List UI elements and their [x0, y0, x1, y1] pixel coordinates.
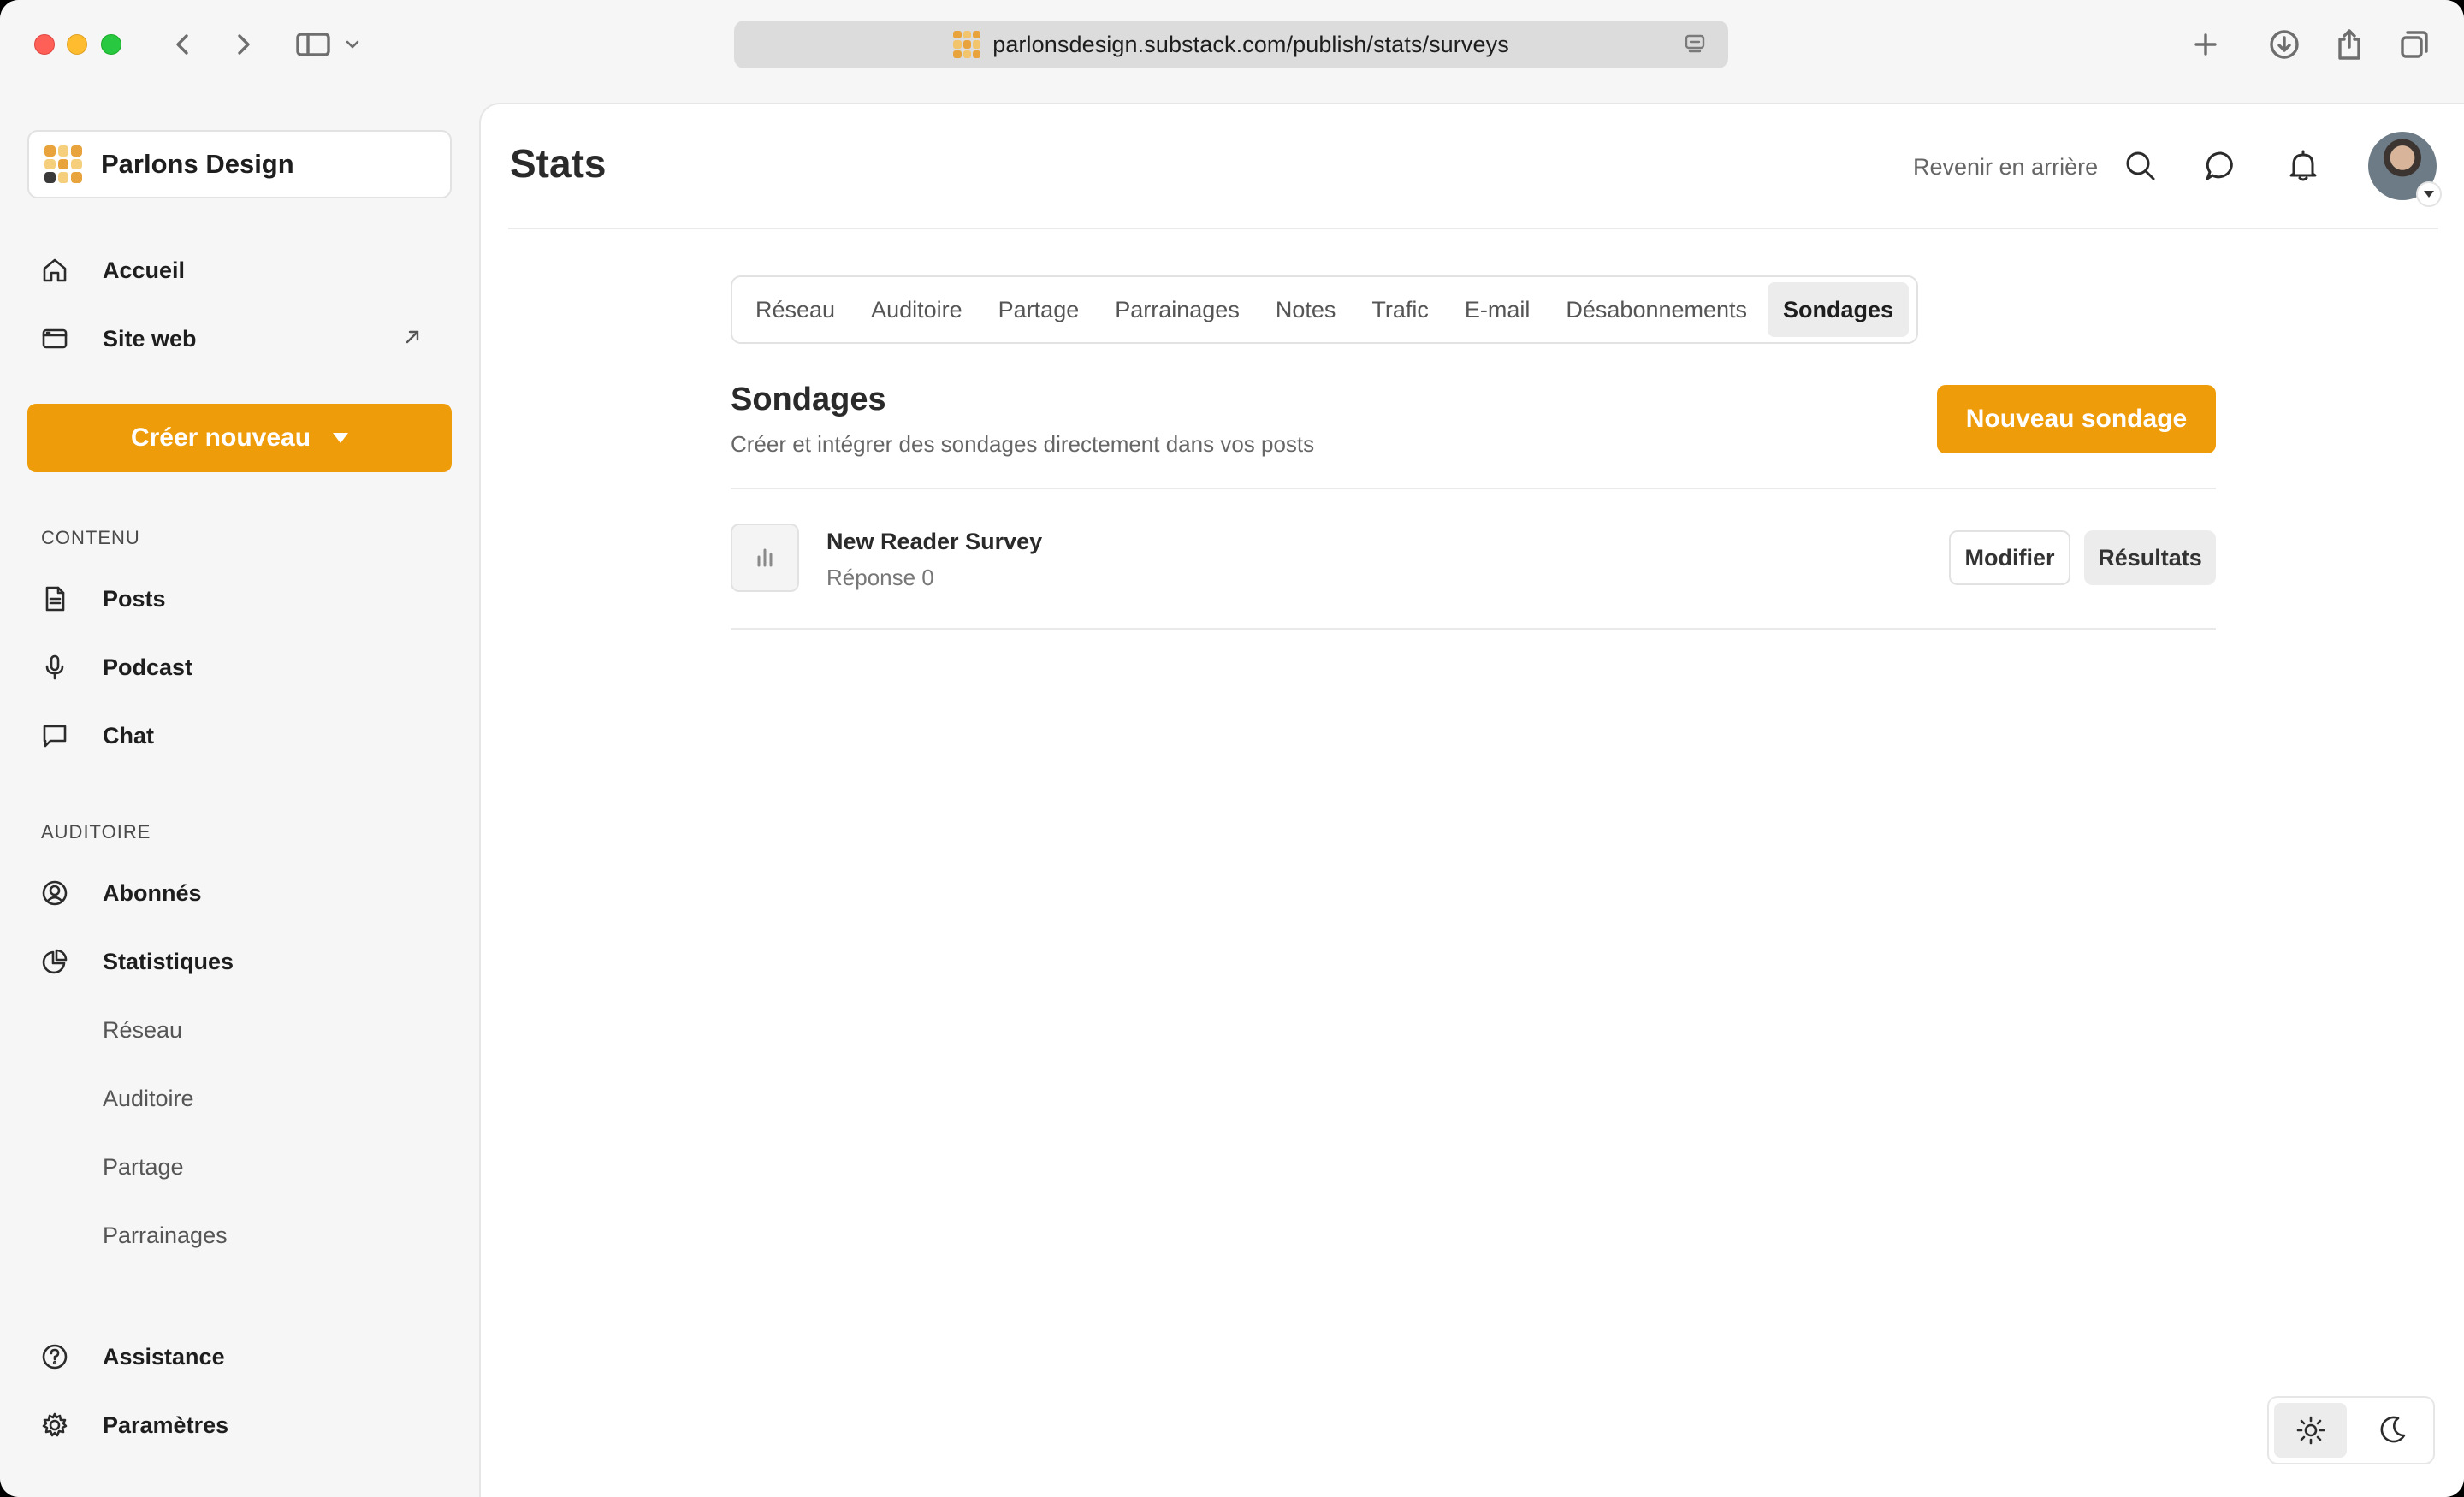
publication-name: Parlons Design — [101, 149, 294, 179]
sidebar-item-label: Site web — [103, 325, 197, 352]
browser-window: parlonsdesign.substack.com/publish/stats… — [0, 0, 2464, 1497]
user-circle-icon — [41, 873, 82, 914]
divider — [731, 488, 2216, 489]
edit-survey-button[interactable]: Modifier — [1949, 530, 2070, 585]
sidebar-item-label: Podcast — [103, 654, 193, 680]
downloads-icon[interactable] — [2262, 22, 2307, 67]
sidebar-item-label: Accueil — [103, 257, 186, 283]
sidebar-item-label: Paramètres — [103, 1411, 229, 1438]
chevron-down-icon[interactable] — [339, 22, 366, 67]
chat-bubble-icon — [41, 715, 82, 756]
sidebar-item-abonnes[interactable]: Abonnés — [41, 867, 202, 919]
create-new-button[interactable]: Créer nouveau — [27, 404, 452, 472]
site-favicon-icon — [953, 31, 981, 58]
bar-chart-icon — [731, 524, 799, 592]
chat-bubble-icon[interactable] — [2199, 144, 2243, 188]
sun-icon[interactable] — [2274, 1403, 2347, 1458]
sidebar-item-label: Posts — [103, 585, 166, 612]
microphone-icon — [41, 647, 82, 688]
section-title: Sondages — [731, 382, 886, 417]
tab-trafic[interactable]: Trafic — [1356, 282, 1444, 337]
share-icon[interactable] — [2327, 22, 2372, 67]
tab-partage[interactable]: Partage — [983, 282, 1095, 337]
sidebar-subitem-partage[interactable]: Partage — [103, 1141, 184, 1192]
caret-down-icon[interactable] — [2416, 181, 2442, 207]
sidebar-subitem-reseau[interactable]: Réseau — [103, 1004, 182, 1056]
sidebar-subitem-parrainages[interactable]: Parrainages — [103, 1210, 228, 1261]
create-new-label: Créer nouveau — [130, 423, 311, 452]
tab-desabonnements[interactable]: Désabonnements — [1550, 282, 1762, 337]
sidebar-item-parametres[interactable]: Paramètres — [41, 1399, 228, 1451]
new-survey-button[interactable]: Nouveau sondage — [1937, 385, 2216, 453]
main-panel: Stats Revenir en arrière Réseau Auditoir… — [479, 103, 2464, 1497]
tab-parrainages[interactable]: Parrainages — [1099, 282, 1255, 337]
sidebar-item-assistance[interactable]: Assistance — [41, 1331, 225, 1382]
sidebar-item-label: Abonnés — [103, 879, 202, 906]
bell-icon[interactable] — [2281, 144, 2325, 188]
external-link-icon — [402, 327, 423, 352]
sidebar-toggle-icon[interactable] — [291, 22, 335, 67]
tab-notes[interactable]: Notes — [1260, 282, 1352, 337]
publication-logo-icon — [44, 145, 82, 183]
publication-switcher[interactable]: Parlons Design — [27, 130, 452, 198]
help-circle-icon — [41, 1336, 82, 1377]
sidebar: Parlons Design Accueil Site web Créer no… — [0, 89, 479, 1497]
sidebar-item-posts[interactable]: Posts — [41, 573, 166, 624]
pie-chart-icon — [41, 941, 82, 982]
document-icon — [41, 578, 82, 619]
reader-mode-icon[interactable] — [1684, 33, 1706, 60]
page-title: Stats — [510, 141, 607, 186]
tab-auditoire[interactable]: Auditoire — [856, 282, 978, 337]
forward-icon[interactable] — [221, 22, 265, 67]
sidebar-item-chat[interactable]: Chat — [41, 710, 154, 761]
url-text: parlonsdesign.substack.com/publish/stats… — [992, 31, 1509, 57]
section-label-content: CONTENU — [41, 527, 140, 548]
sidebar-item-podcast[interactable]: Podcast — [41, 642, 192, 693]
stats-tabs: Réseau Auditoire Partage Parrainages Not… — [731, 275, 1919, 344]
header-divider — [508, 228, 2438, 229]
survey-name[interactable]: New Reader Survey — [826, 529, 1042, 555]
browser-toolbar: parlonsdesign.substack.com/publish/stats… — [0, 0, 2464, 89]
tab-reseau[interactable]: Réseau — [740, 282, 850, 337]
tabs-overview-icon[interactable] — [2392, 22, 2437, 67]
gear-icon — [41, 1405, 82, 1446]
divider — [731, 628, 2216, 630]
tab-e-mail[interactable]: E-mail — [1449, 282, 1546, 337]
sidebar-subitem-auditoire[interactable]: Auditoire — [103, 1073, 194, 1124]
sidebar-item-label: Assistance — [103, 1343, 225, 1370]
sidebar-item-label: Statistiques — [103, 948, 234, 974]
survey-responses: Réponse 0 — [826, 565, 934, 590]
back-icon[interactable] — [161, 22, 205, 67]
sidebar-item-accueil[interactable]: Accueil — [41, 245, 185, 296]
sidebar-item-site-web[interactable]: Site web — [41, 313, 197, 364]
survey-results-button[interactable]: Résultats — [2084, 530, 2216, 585]
back-link[interactable]: Revenir en arrière — [1913, 154, 2098, 180]
moon-icon[interactable] — [2355, 1403, 2428, 1458]
new-tab-icon[interactable] — [2183, 22, 2228, 67]
browser-window-icon — [41, 318, 82, 359]
zoom-window-button[interactable] — [101, 34, 121, 55]
sidebar-item-statistiques[interactable]: Statistiques — [41, 936, 234, 987]
home-icon — [41, 250, 82, 291]
theme-toggle — [2267, 1396, 2435, 1464]
caret-down-icon — [333, 433, 349, 443]
section-label-audience: AUDITOIRE — [41, 821, 151, 843]
sidebar-item-label: Chat — [103, 722, 154, 748]
search-icon[interactable] — [2118, 144, 2163, 188]
tab-sondages[interactable]: Sondages — [1768, 282, 1910, 337]
section-subtitle: Créer et intégrer des sondages directeme… — [731, 431, 1315, 457]
address-bar[interactable]: parlonsdesign.substack.com/publish/stats… — [734, 21, 1728, 68]
close-window-button[interactable] — [34, 34, 55, 55]
minimize-window-button[interactable] — [67, 34, 87, 55]
